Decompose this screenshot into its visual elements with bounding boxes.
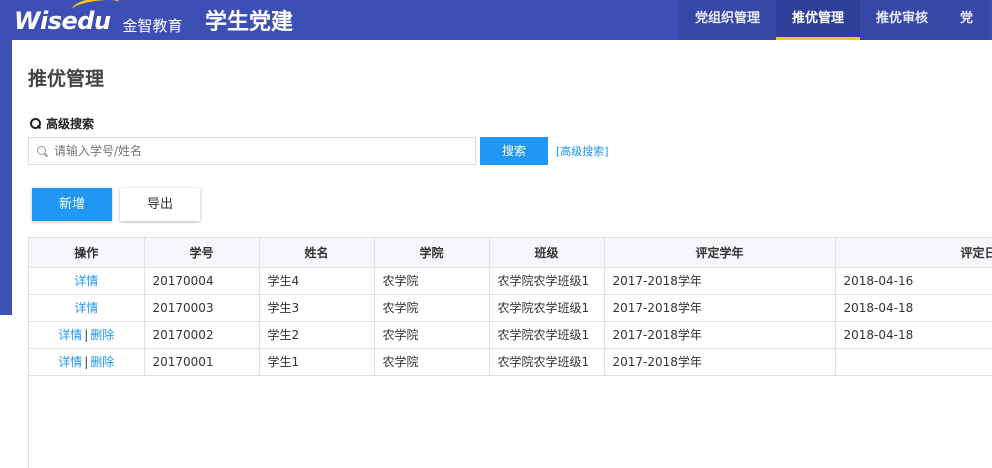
cell-college: 农学院: [374, 321, 490, 349]
search-button[interactable]: 搜索: [480, 137, 548, 165]
column-header-name[interactable]: 姓名: [259, 238, 375, 268]
column-header-class[interactable]: 班级: [489, 238, 605, 268]
cell-year: 2017-2018学年: [604, 267, 836, 295]
action-separator: |: [84, 355, 89, 369]
column-header-year[interactable]: 评定学年: [604, 238, 836, 268]
cell-year: 2017-2018学年: [604, 348, 836, 376]
left-background-lower: [0, 315, 12, 468]
cell-college: 农学院: [374, 348, 490, 376]
nav-item-recommend-manage[interactable]: 推优管理: [776, 0, 861, 40]
detail-link[interactable]: 详情: [58, 328, 82, 342]
advanced-search-label: 高级搜索: [46, 117, 95, 131]
cell-name: 学生4: [259, 267, 375, 295]
row-actions: 详情: [29, 267, 145, 295]
search-input-icon: [37, 145, 48, 157]
app-title: 学生党建: [205, 10, 294, 35]
cell-id: 20170001: [144, 348, 260, 376]
table-header-row: 操作 学号 姓名 学院 班级 评定学年 评定日期: [29, 238, 992, 268]
nav-item-party-org[interactable]: 党组织管理: [679, 0, 776, 40]
cell-class: 农学院农学班级1: [489, 321, 605, 349]
content-panel: 推优管理 高级搜索 搜索 [高级搜索] 新增 导出 操作 学号 姓名 学院 班级…: [12, 40, 992, 468]
detail-link[interactable]: 详情: [74, 274, 98, 288]
cell-class: 农学院农学班级1: [489, 348, 605, 376]
cell-date: 2018-04-16: [835, 267, 992, 295]
row-actions: 详情: [29, 294, 145, 322]
data-table: 操作 学号 姓名 学院 班级 评定学年 评定日期 详情 20170004 学生4…: [28, 237, 992, 468]
cell-date: 2018-04-18: [835, 321, 992, 349]
cell-college: 农学院: [374, 267, 490, 295]
detail-link[interactable]: 详情: [58, 355, 82, 369]
main-nav: 党组织管理 推优管理 推优审核 党: [679, 0, 990, 40]
column-header-college[interactable]: 学院: [374, 238, 490, 268]
export-button[interactable]: 导出: [120, 188, 200, 221]
advanced-search-heading: 高级搜索: [30, 115, 94, 132]
search-input[interactable]: [54, 144, 454, 158]
row-actions: 详情 | 删除: [29, 348, 145, 376]
action-separator: |: [84, 328, 89, 342]
cell-date: 2018-04-18: [835, 294, 992, 322]
left-background-strip: [0, 40, 12, 315]
nav-item-recommend-review[interactable]: 推优审核: [860, 0, 944, 40]
cell-name: 学生2: [259, 321, 375, 349]
search-icon: [30, 118, 41, 129]
top-header: Wisedu 金智教育 学生党建 党组织管理 推优管理 推优审核 党: [0, 0, 992, 40]
row-actions: 详情 | 删除: [29, 321, 145, 349]
advanced-search-link[interactable]: [高级搜索]: [556, 143, 609, 159]
column-header-date[interactable]: 评定日期: [835, 238, 992, 268]
add-button[interactable]: 新增: [32, 188, 112, 221]
cell-year: 2017-2018学年: [604, 321, 836, 349]
column-header-id[interactable]: 学号: [144, 238, 260, 268]
search-field[interactable]: [28, 137, 476, 165]
cell-class: 农学院农学班级1: [489, 267, 605, 295]
cell-date: [835, 348, 992, 376]
table-row: 详情 20170003 学生3 农学院 农学院农学班级1 2017-2018学年…: [29, 294, 992, 322]
cell-year: 2017-2018学年: [604, 294, 836, 322]
cell-id: 20170004: [144, 267, 260, 295]
brand-logo: Wisedu 金智教育: [14, 0, 183, 38]
cell-id: 20170002: [144, 321, 260, 349]
delete-link[interactable]: 删除: [90, 328, 114, 342]
cell-college: 农学院: [374, 294, 490, 322]
delete-link[interactable]: 删除: [90, 355, 114, 369]
table-row: 详情 | 删除 20170002 学生2 农学院 农学院农学班级1 2017-201…: [29, 321, 992, 349]
page-title: 推优管理: [28, 68, 105, 90]
logo-cn-text: 金智教育: [122, 16, 183, 35]
cell-class: 农学院农学班级1: [489, 294, 605, 322]
detail-link[interactable]: 详情: [74, 301, 98, 315]
column-header-ops[interactable]: 操作: [29, 238, 145, 268]
cell-name: 学生1: [259, 348, 375, 376]
cell-id: 20170003: [144, 294, 260, 322]
table-row: 详情 | 删除 20170001 学生1 农学院 农学院农学班级1 2017-201…: [29, 348, 992, 376]
nav-item-party-more[interactable]: 党: [944, 0, 989, 40]
cell-name: 学生3: [259, 294, 375, 322]
table-row: 详情 20170004 学生4 农学院 农学院农学班级1 2017-2018学年…: [29, 267, 992, 295]
